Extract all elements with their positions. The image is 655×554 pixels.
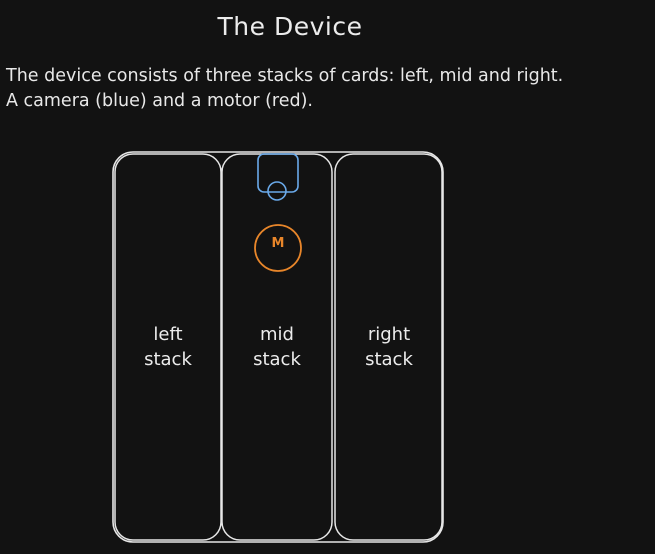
right-stack-label-line-2: stack xyxy=(365,349,413,370)
right-stack-label-line-1: right xyxy=(367,324,411,345)
left-stack-label: left stack xyxy=(118,322,218,372)
camera-body xyxy=(257,153,299,193)
mid-stack-label-line-1: mid xyxy=(260,324,294,345)
mid-stack-label: mid stack xyxy=(227,322,327,372)
mid-stack-label-line-2: stack xyxy=(253,349,301,370)
left-stack-label-line-2: stack xyxy=(144,349,192,370)
camera-icon xyxy=(257,153,299,201)
left-stack-label-line-1: left xyxy=(153,324,183,345)
device-diagram xyxy=(112,151,444,543)
camera-lens xyxy=(267,181,287,201)
right-stack-label: right stack xyxy=(339,322,439,372)
motor-label: M xyxy=(271,236,285,251)
